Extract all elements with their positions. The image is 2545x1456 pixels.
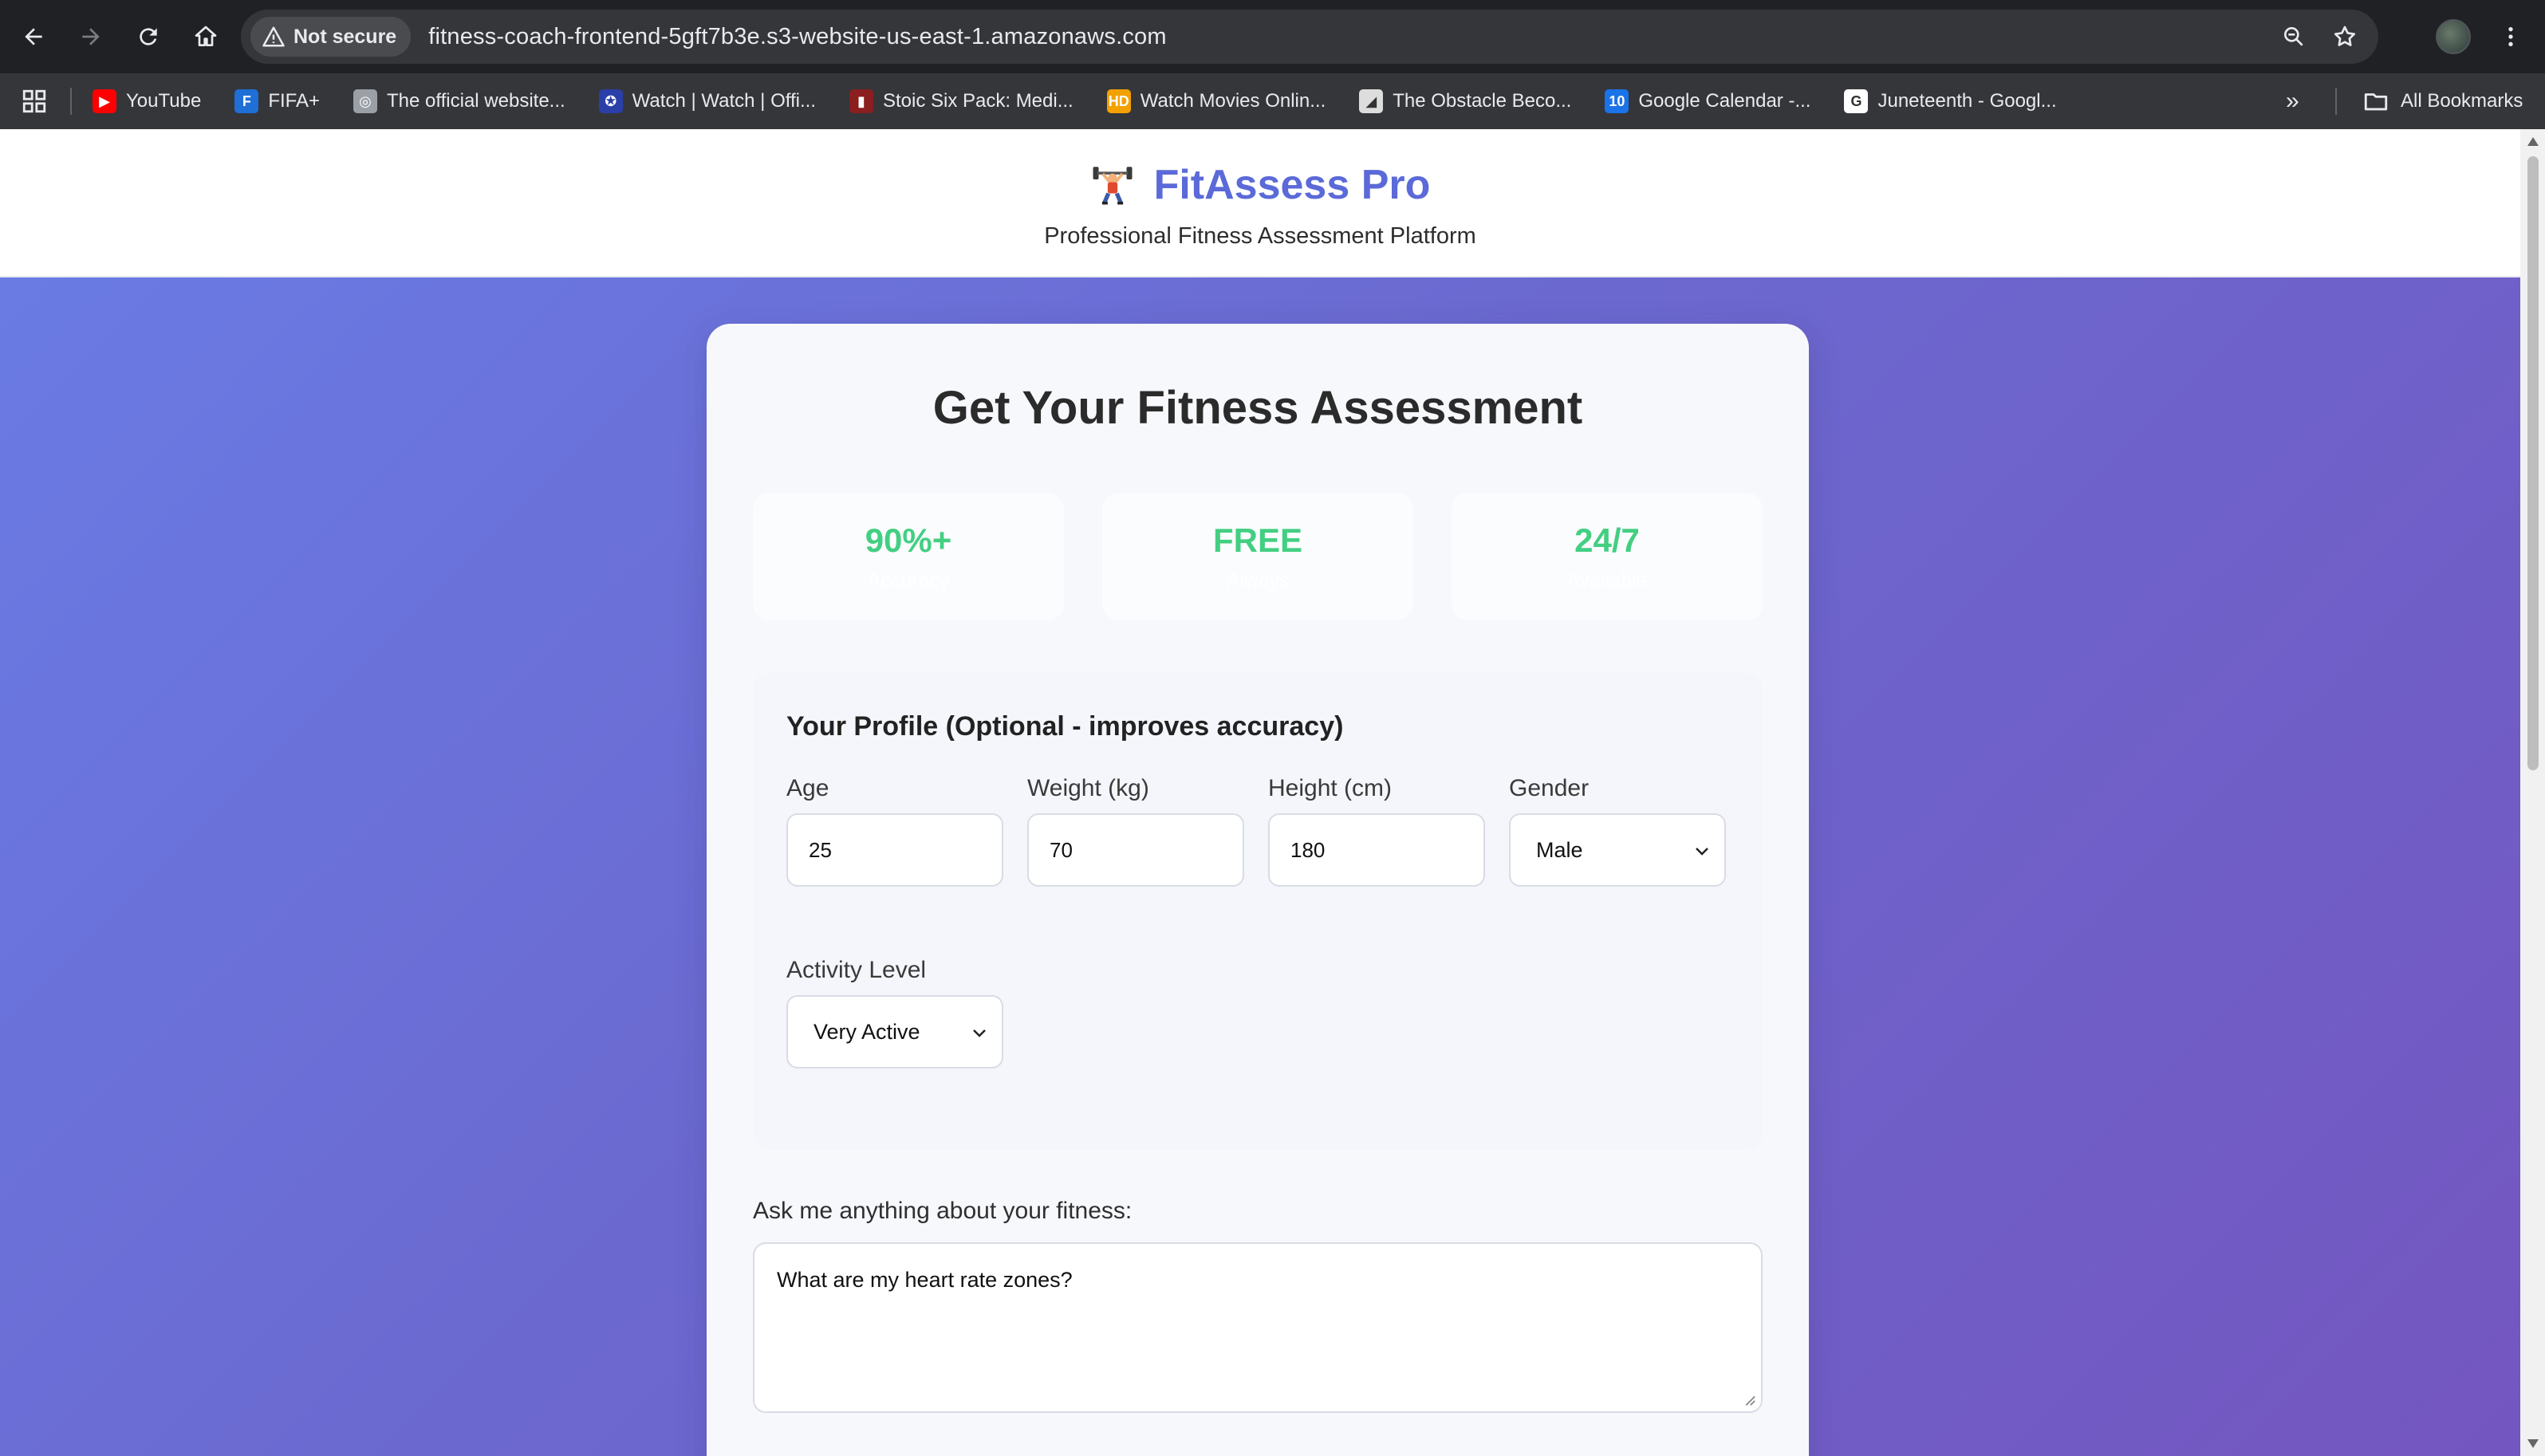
- chevron-down-icon: [1696, 848, 1708, 856]
- gender-label: Gender: [1509, 775, 1590, 801]
- arrow-left-icon: [25, 28, 42, 45]
- favicon-icon: ▮: [849, 89, 873, 113]
- question-label: Ask me anything about your fitness:: [753, 1198, 1133, 1224]
- page-scrollbar[interactable]: [2520, 129, 2545, 1456]
- stat-value: 24/7: [1574, 521, 1640, 559]
- forward-button[interactable]: [67, 13, 115, 61]
- warning-icon: [262, 26, 285, 47]
- stat-value: FREE: [1212, 521, 1302, 559]
- profile-avatar[interactable]: [2436, 19, 2471, 54]
- brand-title: FitAssess Pro: [1090, 161, 1431, 209]
- stat-free: FREE Always: [1102, 493, 1413, 620]
- gender-value: Male: [1536, 837, 1583, 862]
- bookmark-item[interactable]: ▶ YouTube: [93, 89, 201, 113]
- browser-toolbar: Not secure fitness-coach-frontend-5gft7b…: [0, 0, 2545, 73]
- home-icon: [195, 26, 217, 46]
- security-label: Not secure: [294, 25, 397, 48]
- bookmark-item[interactable]: G Juneteenth - Googl...: [1844, 89, 2057, 113]
- chevron-down-icon: [973, 1029, 986, 1037]
- arrow-right-icon: [82, 28, 100, 45]
- favicon-icon: F: [234, 89, 259, 113]
- bookmark-star-icon[interactable]: [2326, 18, 2364, 56]
- activity-select[interactable]: Very Active: [786, 995, 1003, 1068]
- height-input[interactable]: [1268, 813, 1485, 887]
- stats-row: 90%+ Accuracy FREE Always 24/7 Available: [753, 493, 1763, 620]
- bookmark-list: ▶ YouTube F FIFA+ ◎ The official website... ✪ W…: [93, 89, 2090, 113]
- bookmark-item[interactable]: ◎ The official website...: [353, 89, 565, 113]
- resize-handle-icon[interactable]: [1742, 1392, 1756, 1407]
- activity-value: Very Active: [814, 1019, 920, 1044]
- stat-label: Always: [1226, 569, 1290, 592]
- bookmark-label: The Obstacle Beco...: [1393, 90, 1572, 112]
- favicon-icon: ◢: [1359, 89, 1384, 113]
- reload-button[interactable]: [124, 13, 172, 61]
- bookmark-item[interactable]: ✪ Watch | Watch | Offi...: [598, 89, 816, 113]
- stat-availability: 24/7 Available: [1452, 493, 1763, 620]
- weight-input[interactable]: [1027, 813, 1244, 887]
- profile-title: Your Profile (Optional - improves accura…: [786, 711, 1344, 742]
- bookmarks-bar: ▶ YouTube F FIFA+ ◎ The official website... ✪ W…: [0, 73, 2545, 129]
- weightlifter-icon: [1093, 167, 1133, 205]
- bookmark-label: The official website...: [387, 90, 565, 112]
- address-bar[interactable]: Not secure fitness-coach-frontend-5gft7b…: [241, 10, 2378, 64]
- activity-label: Activity Level: [786, 957, 927, 983]
- question-text: What are my heart rate zones?: [777, 1268, 1073, 1292]
- gender-select[interactable]: Male: [1509, 813, 1726, 887]
- age-label: Age: [786, 775, 829, 801]
- all-bookmarks-button[interactable]: All Bookmarks: [2362, 73, 2523, 129]
- scroll-thumb[interactable]: [2527, 156, 2539, 770]
- bookmark-label: Watch | Watch | Offi...: [632, 90, 816, 112]
- url-text[interactable]: fitness-coach-frontend-5gft7b3e.s3-websi…: [428, 24, 1167, 50]
- bookmark-label: YouTube: [126, 90, 202, 112]
- card-title: Get Your Fitness Assessment: [932, 382, 1583, 434]
- more-vertical-icon: [2508, 27, 2513, 46]
- favicon-icon: ◎: [353, 89, 377, 113]
- favicon-icon: ✪: [598, 89, 623, 113]
- bookmark-item[interactable]: F FIFA+: [234, 89, 320, 113]
- scroll-up-icon[interactable]: [2527, 137, 2539, 146]
- stat-value: 90%+: [865, 521, 952, 559]
- bookmark-divider: [2335, 88, 2337, 115]
- scroll-down-icon[interactable]: [2527, 1439, 2539, 1448]
- age-input[interactable]: [786, 813, 1003, 887]
- favicon-icon: HD: [1106, 89, 1131, 113]
- app-header: FitAssess Pro Professional Fitness Asses…: [0, 129, 2520, 277]
- height-label: Height (cm): [1268, 775, 1393, 801]
- security-chip[interactable]: Not secure: [250, 17, 412, 57]
- stat-label: Available: [1566, 569, 1648, 592]
- folder-icon: [2364, 93, 2388, 111]
- question-textarea[interactable]: What are my heart rate zones?: [753, 1242, 1763, 1413]
- menu-button[interactable]: [2495, 21, 2527, 53]
- favicon-icon: ▶: [93, 89, 116, 113]
- back-button[interactable]: [10, 13, 57, 61]
- bookmark-item[interactable]: ◢ The Obstacle Beco...: [1359, 89, 1571, 113]
- page-viewport: FitAssess Pro Professional Fitness Asses…: [0, 129, 2520, 1456]
- bookmark-divider: [70, 88, 72, 115]
- bookmark-label: Google Calendar -...: [1638, 90, 1811, 112]
- weight-label: Weight (kg): [1027, 775, 1149, 801]
- favicon-icon: 10: [1605, 89, 1629, 113]
- stat-accuracy: 90%+ Accuracy: [753, 493, 1064, 620]
- bookmark-item[interactable]: ▮ Stoic Six Pack: Medi...: [849, 89, 1074, 113]
- bookmark-item[interactable]: HD Watch Movies Onlin...: [1106, 89, 1326, 113]
- apps-grid-icon[interactable]: [21, 88, 48, 115]
- chevron-double-right-icon[interactable]: »: [2286, 88, 2299, 115]
- bookmark-label: FIFA+: [268, 90, 320, 112]
- all-bookmarks-label: All Bookmarks: [2401, 90, 2523, 112]
- app-title: FitAssess Pro: [1153, 162, 1431, 208]
- reload-icon: [140, 28, 157, 45]
- bookmark-label: Watch Movies Onlin...: [1140, 90, 1326, 112]
- brand: FitAssess Pro: [0, 161, 2520, 211]
- favicon-icon: G: [1844, 89, 1869, 113]
- bookmark-label: Juneteenth - Googl...: [1877, 90, 2057, 112]
- bookmark-item[interactable]: 10 Google Calendar -...: [1605, 89, 1810, 113]
- zoom-icon[interactable]: [2275, 18, 2313, 56]
- stat-label: Accuracy: [867, 569, 950, 592]
- profile-section: Your Profile (Optional - improves accura…: [753, 673, 1763, 1150]
- app-subtitle: Professional Fitness Assessment Platform: [1044, 223, 1476, 249]
- home-button[interactable]: [182, 13, 230, 61]
- bookmark-label: Stoic Six Pack: Medi...: [882, 90, 1074, 112]
